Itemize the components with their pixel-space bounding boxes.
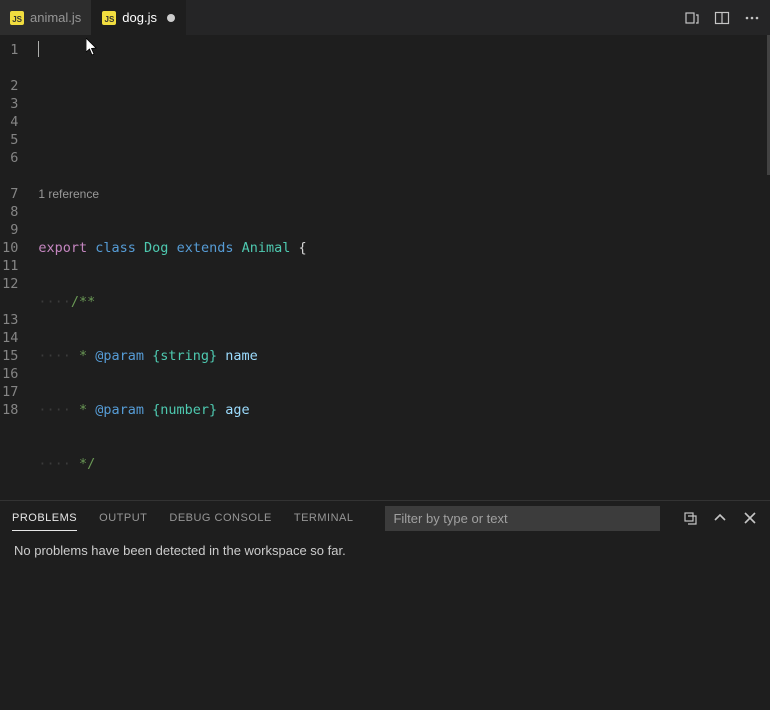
line-number: 17 <box>0 383 32 401</box>
tab-animal-js[interactable]: JS animal.js <box>0 0 92 35</box>
more-actions-icon[interactable] <box>744 10 760 26</box>
line-number: 3 <box>0 95 32 113</box>
text-cursor <box>38 41 39 57</box>
tabs-container: JS animal.js JS dog.js <box>0 0 186 35</box>
problems-message: No problems have been detected in the wo… <box>0 535 770 566</box>
close-icon[interactable] <box>742 510 758 526</box>
line-number: 6 <box>0 149 32 167</box>
tab-problems[interactable]: PROBLEMS <box>12 506 77 531</box>
split-editor-icon[interactable] <box>714 10 730 26</box>
collapse-all-icon[interactable] <box>682 510 698 526</box>
tab-debug-console[interactable]: DEBUG CONSOLE <box>169 506 271 530</box>
javascript-file-icon: JS <box>10 11 24 25</box>
editor-tabs-bar: JS animal.js JS dog.js <box>0 0 770 35</box>
code-line: ···· * @param {string} name <box>32 347 770 365</box>
line-number: 11 <box>0 257 32 275</box>
codelens-references[interactable]: 1 reference <box>32 185 770 203</box>
tab-terminal[interactable]: TERMINAL <box>294 506 354 530</box>
bottom-panel: PROBLEMS OUTPUT DEBUG CONSOLE TERMINAL N… <box>0 500 770 710</box>
line-number: 13 <box>0 311 32 329</box>
line-number: 14 <box>0 329 32 347</box>
line-number: 9 <box>0 221 32 239</box>
line-number: 2 <box>0 77 32 95</box>
mouse-pointer-icon <box>86 38 99 56</box>
line-number: 18 <box>0 401 32 419</box>
line-number: 12 <box>0 275 32 293</box>
compare-changes-icon[interactable] <box>684 10 700 26</box>
code-line <box>32 131 770 149</box>
editor-actions <box>684 0 770 35</box>
line-number: 4 <box>0 113 32 131</box>
tab-label: animal.js <box>30 10 81 25</box>
line-number: 8 <box>0 203 32 221</box>
chevron-up-icon[interactable] <box>712 510 728 526</box>
javascript-file-icon: JS <box>102 11 116 25</box>
line-number: 10 <box>0 239 32 257</box>
panel-header: PROBLEMS OUTPUT DEBUG CONSOLE TERMINAL <box>0 501 770 535</box>
tab-output[interactable]: OUTPUT <box>99 506 147 530</box>
line-number: 7 <box>0 185 32 203</box>
line-number: 5 <box>0 131 32 149</box>
code-line: ····/** <box>32 293 770 311</box>
panel-actions <box>682 510 758 526</box>
problems-filter-input[interactable] <box>385 506 660 531</box>
tab-label: dog.js <box>122 10 157 25</box>
line-number: 15 <box>0 347 32 365</box>
code-line: ···· */ <box>32 455 770 473</box>
tab-dog-js[interactable]: JS dog.js <box>92 0 186 35</box>
line-number: 16 <box>0 365 32 383</box>
code-editor[interactable]: 1 . 2 3 4 5 6 . 7 8 9 10 11 12 . 13 14 1… <box>0 35 770 500</box>
line-number-gutter: 1 . 2 3 4 5 6 . 7 8 9 10 11 12 . 13 14 1… <box>0 35 32 500</box>
code-content[interactable]: 1 reference export class Dog extends Ani… <box>32 35 770 500</box>
code-line: export class Dog extends Animal { <box>32 239 770 257</box>
line-number: 1 <box>0 41 32 59</box>
code-line: ···· * @param {number} age <box>32 401 770 419</box>
unsaved-indicator-icon <box>167 14 175 22</box>
